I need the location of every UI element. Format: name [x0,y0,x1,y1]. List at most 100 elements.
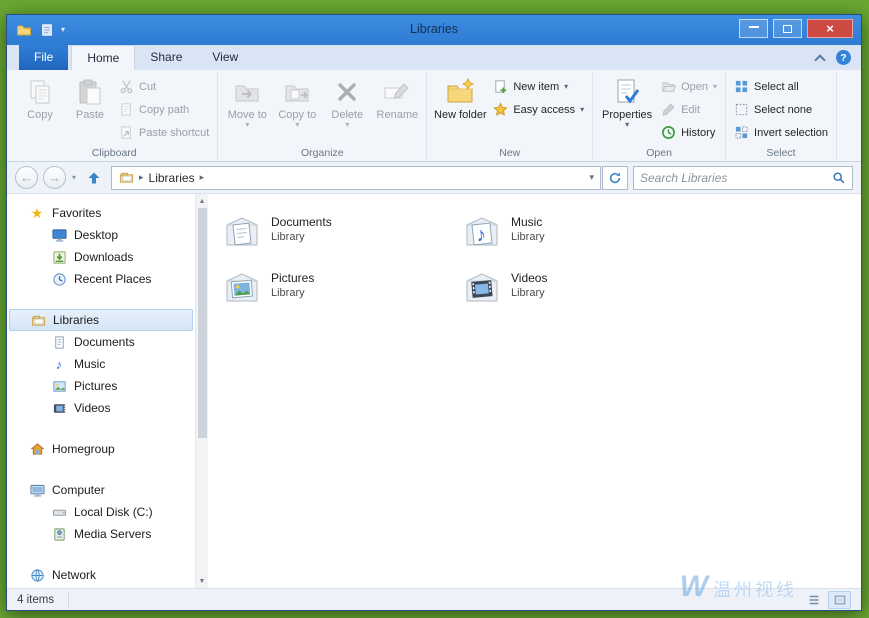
cut-button[interactable]: Cut [116,77,212,96]
computer-icon [29,482,45,498]
explorer-window: ▾ Libraries × File Home Share View ? [6,14,862,611]
open-button[interactable]: Open ▾ [658,77,720,96]
paste-shortcut-button[interactable]: Paste shortcut [116,123,212,142]
organize-items: Move to ▾ Copy to ▾ Delete ▾ [223,74,421,145]
cut-icon [119,79,134,94]
select-all-button[interactable]: Select all [731,77,831,96]
new-folder-button[interactable]: New folder [432,74,488,124]
copy-to-icon [282,77,312,107]
tab-home[interactable]: Home [71,45,135,70]
tab-file[interactable]: File [19,45,68,70]
local-disk-label: Local Disk (C:) [74,505,153,519]
desktop-background: ▾ Libraries × File Home Share View ? [0,0,869,618]
history-button[interactable]: History [658,123,720,142]
tab-share[interactable]: Share [135,45,197,70]
sidebar-item-videos[interactable]: Videos [7,397,195,419]
search-input[interactable] [640,171,828,185]
tab-view[interactable]: View [197,45,253,70]
breadcrumb-item-libraries[interactable]: Libraries [149,171,195,185]
copy-to-button[interactable]: Copy to ▾ [273,74,321,132]
sidebar-item-homegroup[interactable]: Homegroup [7,438,195,460]
library-item-music[interactable]: ♪ Music Library [462,212,697,252]
edit-button[interactable]: Edit [658,100,720,119]
documents-icon [51,334,67,350]
invert-selection-icon [734,125,749,140]
thumbnails-view-icon [833,593,847,607]
help-button[interactable]: ? [836,50,851,65]
maximize-icon [783,25,792,33]
easy-access-button[interactable]: Easy access ▾ [490,100,587,119]
back-button[interactable]: ← [15,166,38,189]
select-none-button[interactable]: Select none [731,100,831,119]
paste-button[interactable]: Paste [66,74,114,124]
sidebar-item-favorites[interactable]: ★ Favorites [7,202,195,224]
properties-button[interactable]: Properties ▾ [598,74,656,132]
library-item-pictures[interactable]: Pictures Library [222,268,457,308]
view-buttons [802,591,851,609]
media-servers-label: Media Servers [74,527,151,541]
library-item-documents[interactable]: Documents Library [222,212,457,252]
forward-button[interactable]: → [43,166,66,189]
open-items: Properties ▾ Open ▾ Edit [598,74,720,145]
refresh-button[interactable] [602,166,628,190]
rename-button[interactable]: Rename [373,74,421,124]
new-item-button[interactable]: New item ▾ [490,77,587,96]
item-name: Documents [271,212,332,229]
scrollbar-thumb[interactable] [198,208,207,438]
properties-icon [612,77,642,107]
open-label: Open [681,81,708,93]
new-small-buttons: New item ▾ Easy access ▾ [490,74,587,119]
pictures-icon [51,378,67,394]
select-all-icon [734,79,749,94]
title-bar[interactable]: ▾ Libraries × [7,15,861,45]
scroll-down-icon[interactable]: ▼ [196,574,208,588]
sidebar-item-music[interactable]: ♪ Music [7,353,195,375]
status-separator [68,593,69,607]
move-to-button[interactable]: Move to ▾ [223,74,271,132]
group-label-new: New [427,147,592,159]
copy-path-icon [119,102,134,117]
thumbnails-view-button[interactable] [828,591,851,609]
recent-locations-dropdown-icon[interactable]: ▾ [72,173,76,182]
new-items: New folder New item ▾ Easy access ▾ [432,74,587,145]
minimize-ribbon-icon[interactable] [814,54,825,65]
sidebar-item-recent-places[interactable]: Recent Places [7,268,195,290]
maximize-button[interactable] [773,19,802,38]
copy-path-button[interactable]: Copy path [116,100,212,119]
sidebar-item-local-disk[interactable]: Local Disk (C:) [7,501,195,523]
sidebar-item-network[interactable]: Network [7,564,195,586]
file-list[interactable]: Documents Library ♪ Music Library [208,194,861,588]
breadcrumb-arrow-icon-2[interactable]: ▸ [200,172,205,183]
details-view-icon [807,593,821,607]
library-item-videos[interactable]: Videos Library [462,268,697,308]
minimize-button[interactable] [739,19,768,38]
breadcrumb[interactable]: ▸ Libraries ▸ ▾ [111,166,601,190]
sidebar-item-downloads[interactable]: Downloads [7,246,195,268]
refresh-icon [608,171,622,185]
network-icon [29,567,45,583]
desktop-label: Desktop [74,228,118,242]
sidebar-item-pictures[interactable]: Pictures [7,375,195,397]
copy-button[interactable]: Copy [16,74,64,124]
delete-button[interactable]: Delete ▾ [323,74,371,132]
scroll-up-icon[interactable]: ▲ [196,194,208,208]
edit-icon [661,102,676,117]
rename-icon [382,77,412,107]
sidebar-item-libraries[interactable]: Libraries [9,309,193,331]
sidebar-item-documents[interactable]: Documents [7,331,195,353]
invert-selection-button[interactable]: Invert selection [731,123,831,142]
search-icon [832,171,846,185]
copy-label: Copy [27,109,53,121]
main-area: ★ Favorites Desktop Downloads Recent Pla… [7,194,861,588]
sidebar-item-computer[interactable]: Computer [7,479,195,501]
sidebar-gap [7,460,195,479]
sidebar-item-desktop[interactable]: Desktop [7,224,195,246]
address-dropdown-icon[interactable]: ▾ [589,172,594,183]
sidebar-item-media-servers[interactable]: Media Servers [7,523,195,545]
details-view-button[interactable] [802,591,825,609]
sidebar-scrollbar[interactable]: ▲ ▼ [195,194,208,588]
close-button[interactable]: × [807,19,853,38]
back-icon: ← [20,171,33,184]
minimize-icon [749,25,759,28]
up-button[interactable] [82,166,106,189]
